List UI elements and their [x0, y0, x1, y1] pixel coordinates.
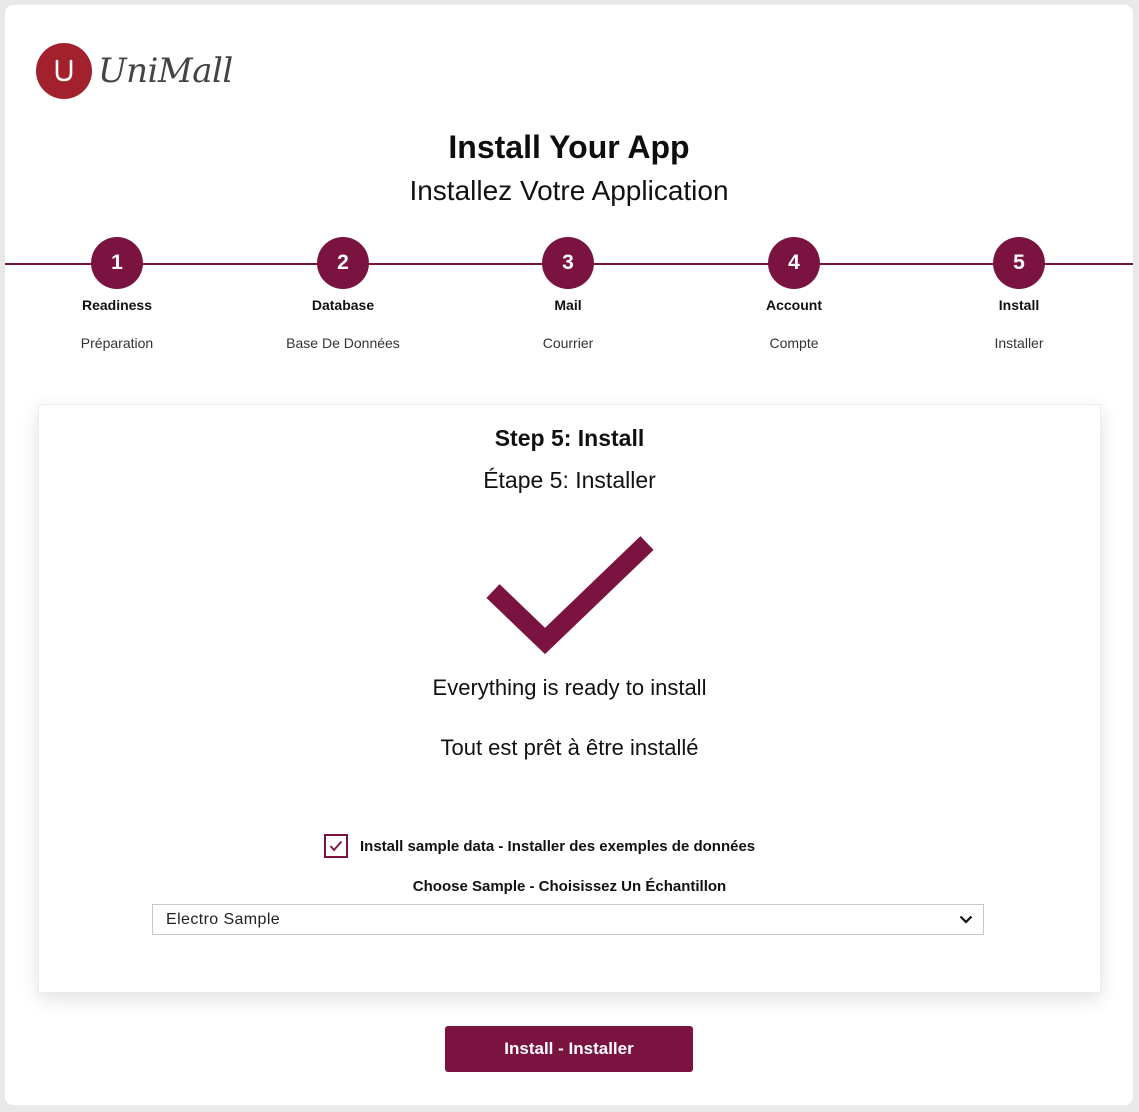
step-sublabel: Compte [769, 335, 819, 351]
sample-select[interactable]: Electro Sample [152, 904, 984, 935]
step-number-badge: 4 [768, 237, 820, 289]
ready-message-en: Everything is ready to install [432, 675, 707, 700]
step-database: 2 Database Base De Données [243, 237, 443, 351]
card-subtitle: Étape 5: Installer [483, 467, 656, 493]
choose-sample-label: Choose Sample - Choisissez Un Échantillo… [412, 878, 727, 895]
sample-data-checkbox[interactable] [324, 834, 348, 858]
step-account: 4 Account Compte [694, 237, 894, 351]
sample-data-label[interactable]: Install sample data - Installer des exem… [360, 838, 755, 855]
step-number-badge: 2 [317, 237, 369, 289]
install-button[interactable]: Install - Installer [445, 1026, 693, 1072]
step-install: 5 Install Installer [919, 237, 1119, 351]
page-title: Install Your App [448, 129, 690, 165]
step-sublabel: Courrier [542, 335, 594, 351]
step-label: Account [766, 297, 822, 313]
installer-page: UniMall Install Your App Installez Votre… [5, 5, 1133, 1105]
step-number-badge: 1 [91, 237, 143, 289]
step-number-badge: 5 [993, 237, 1045, 289]
brand-logo: UniMall [36, 43, 233, 99]
card-title: Step 5: Install [494, 425, 645, 451]
brand-name: UniMall [98, 51, 233, 91]
install-card: Step 5: Install Étape 5: Installer Every… [38, 404, 1101, 993]
brand-mark-icon [36, 43, 92, 99]
step-label: Readiness [81, 297, 153, 313]
step-label: Install [998, 297, 1040, 313]
sample-data-option[interactable]: Install sample data - Installer des exem… [324, 834, 755, 858]
step-readiness: 1 Readiness Préparation [17, 237, 217, 351]
ready-message-fr: Tout est prêt à être installé [440, 735, 699, 760]
chevron-down-icon [959, 915, 973, 924]
page-subtitle: Installez Votre Application [409, 175, 729, 206]
step-mail: 3 Mail Courrier [468, 237, 668, 351]
step-sublabel: Préparation [80, 335, 154, 351]
step-number-badge: 3 [542, 237, 594, 289]
step-sublabel: Base De Données [286, 335, 400, 351]
step-label: Mail [554, 297, 582, 313]
step-sublabel: Installer [994, 335, 1044, 351]
sample-select-value: Electro Sample [166, 910, 281, 928]
check-icon [329, 840, 343, 852]
checkmark-icon [485, 533, 655, 662]
step-label: Database [311, 297, 375, 313]
